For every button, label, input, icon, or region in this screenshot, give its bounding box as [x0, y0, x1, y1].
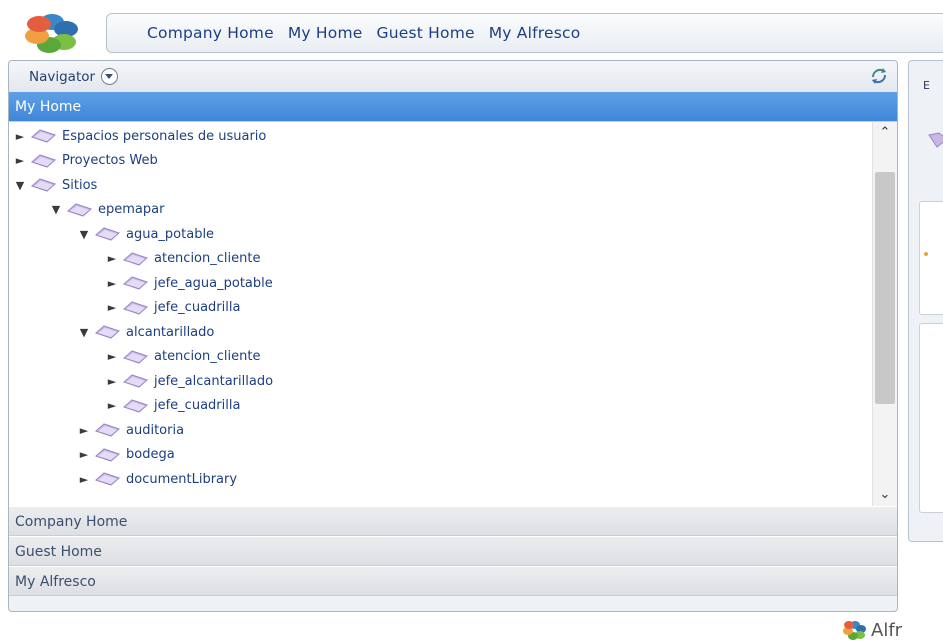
- folder-icon: [67, 203, 92, 217]
- tree-node-label: epemapar: [98, 202, 165, 218]
- tree-node[interactable]: ► documentLibrary: [9, 467, 873, 492]
- navigator-panel: Navigator My Home ► Espacios personales d…: [8, 60, 898, 612]
- triangle-down-icon[interactable]: ▼: [49, 203, 63, 216]
- triangle-down-icon[interactable]: ▼: [77, 228, 91, 241]
- folder-icon: [31, 178, 56, 192]
- triangle-right-icon[interactable]: ►: [105, 350, 119, 363]
- content-box: [919, 201, 943, 315]
- scroll-down-icon[interactable]: ⌄: [873, 484, 897, 506]
- tree-node[interactable]: ► Espacios personales de usuario: [9, 124, 873, 149]
- folder-icon: [95, 227, 120, 241]
- tree-node-label: atencion_cliente: [154, 251, 261, 267]
- triangle-right-icon[interactable]: ►: [105, 301, 119, 314]
- triangle-right-icon[interactable]: ►: [105, 375, 119, 388]
- triangle-right-icon[interactable]: ►: [105, 277, 119, 290]
- content-panel: E: [908, 60, 943, 542]
- folder-icon: [123, 276, 148, 290]
- navigator-title: Navigator: [29, 68, 96, 85]
- tree-node-label: Proyectos Web: [62, 153, 158, 169]
- tree-node[interactable]: ▼ Sitios: [9, 173, 873, 198]
- triangle-right-icon[interactable]: ►: [105, 399, 119, 412]
- my-alfresco-link[interactable]: My Alfresco: [489, 24, 581, 42]
- folder-icon: [95, 325, 120, 339]
- folder-tree: ► Espacios personales de usuario ► Proyecto…: [9, 124, 873, 492]
- triangle-down-icon[interactable]: ▼: [77, 326, 91, 339]
- tree-node[interactable]: ► jefe_alcantarillado: [9, 369, 873, 394]
- company-home-link[interactable]: Company Home: [147, 24, 274, 42]
- tree-node-label: jefe_cuadrilla: [154, 300, 241, 316]
- footer-logo: Alfr: [842, 618, 902, 642]
- top-navigation: Company Home My Home Guest Home My Alfre…: [106, 13, 943, 53]
- folder-icon: [123, 301, 148, 315]
- tree-node-label: bodega: [126, 447, 175, 463]
- tree-node[interactable]: ▼ epemapar: [9, 198, 873, 223]
- section-my-alfresco[interactable]: My Alfresco: [9, 566, 897, 596]
- tree-node[interactable]: ► jefe_cuadrilla: [9, 394, 873, 419]
- tree-node[interactable]: ► Proyectos Web: [9, 149, 873, 174]
- triangle-right-icon[interactable]: ►: [105, 252, 119, 265]
- triangle-right-icon[interactable]: ►: [77, 473, 91, 486]
- folder-icon: [95, 448, 120, 462]
- my-home-link[interactable]: My Home: [288, 24, 363, 42]
- triangle-right-icon[interactable]: ►: [13, 154, 27, 167]
- tree-node[interactable]: ► jefe_cuadrilla: [9, 296, 873, 321]
- folder-icon: [123, 374, 148, 388]
- tree-node[interactable]: ▼ agua_potable: [9, 222, 873, 247]
- folder-icon: [95, 472, 120, 486]
- section-guest-home[interactable]: Guest Home: [9, 536, 897, 566]
- folder-icon: [31, 129, 56, 143]
- tree-node[interactable]: ► atencion_cliente: [9, 345, 873, 370]
- tree-node-label: jefe_agua_potable: [154, 275, 273, 291]
- tree-node[interactable]: ▼ alcantarillado: [9, 320, 873, 345]
- section-company-home[interactable]: Company Home: [9, 506, 897, 536]
- scrollbar-thumb[interactable]: [875, 172, 895, 404]
- tree-view: ► Espacios personales de usuario ► Proyecto…: [9, 122, 897, 506]
- section-my-home[interactable]: My Home: [9, 92, 897, 122]
- navigator-header: Navigator: [9, 61, 897, 92]
- guest-home-link[interactable]: Guest Home: [377, 24, 475, 42]
- footer-brand-text: Alfr: [871, 619, 903, 641]
- tree-node[interactable]: ► atencion_cliente: [9, 247, 873, 272]
- folder-icon: [123, 350, 148, 364]
- tree-node[interactable]: ► bodega: [9, 443, 873, 468]
- bullet-icon: [924, 252, 928, 256]
- refresh-icon[interactable]: [867, 65, 891, 87]
- content-box: [919, 323, 943, 513]
- tree-node[interactable]: ► auditoria: [9, 418, 873, 443]
- tree-node[interactable]: ► jefe_agua_potable: [9, 271, 873, 296]
- triangle-right-icon[interactable]: ►: [77, 424, 91, 437]
- chevron-down-circle-icon[interactable]: [101, 68, 119, 85]
- folder-icon: [123, 399, 148, 413]
- triangle-right-icon[interactable]: ►: [13, 130, 27, 143]
- space-icon: [928, 132, 943, 148]
- alfresco-logo-icon[interactable]: [12, 10, 92, 56]
- folder-icon: [95, 423, 120, 437]
- tree-node-label: jefe_alcantarillado: [154, 373, 274, 389]
- folder-icon: [123, 252, 148, 266]
- tree-node-label: Espacios personales de usuario: [62, 128, 267, 144]
- tree-node-label: documentLibrary: [126, 471, 238, 487]
- tree-node-label: agua_potable: [126, 226, 215, 242]
- tree-node-label: auditoria: [126, 422, 185, 438]
- triangle-right-icon[interactable]: ►: [77, 448, 91, 461]
- triangle-down-icon[interactable]: ▼: [13, 179, 27, 192]
- folder-icon: [31, 154, 56, 168]
- scroll-up-icon[interactable]: ⌃: [873, 122, 897, 144]
- tree-node-label: Sitios: [62, 177, 98, 193]
- tree-node-label: alcantarillado: [126, 324, 215, 340]
- content-panel-header: E: [923, 79, 930, 92]
- tree-scrollbar[interactable]: ⌃ ⌄: [872, 122, 897, 506]
- tree-node-label: atencion_cliente: [154, 349, 261, 365]
- alfresco-small-logo-icon: [843, 621, 866, 640]
- tree-node-label: jefe_cuadrilla: [154, 398, 241, 414]
